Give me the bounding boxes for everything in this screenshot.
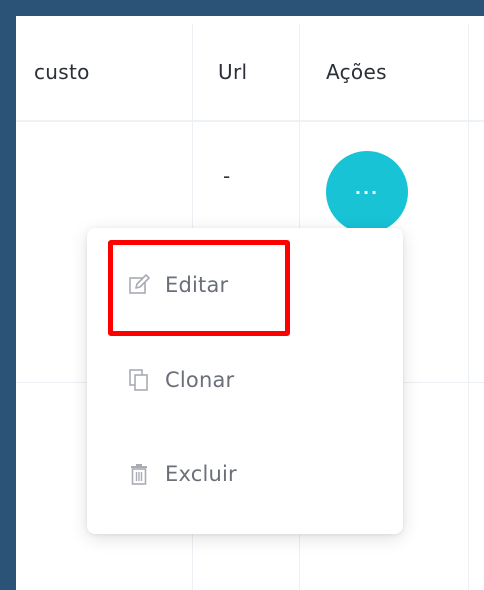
- column-divider: [468, 24, 469, 590]
- actions-menu-button[interactable]: ···: [326, 151, 408, 233]
- menu-item-label: Clonar: [165, 368, 235, 392]
- menu-item-clonar[interactable]: Clonar: [125, 360, 234, 400]
- menu-item-label: Excluir: [165, 462, 237, 486]
- more-icon: ···: [354, 182, 380, 202]
- menu-item-excluir[interactable]: Excluir: [125, 454, 237, 494]
- edit-icon: [125, 271, 153, 299]
- column-header-custo[interactable]: custo: [34, 60, 90, 84]
- trash-icon: [125, 460, 153, 488]
- menu-item-label: Editar: [165, 273, 229, 297]
- table-panel: custo Url Ações - ··· Editar Clonar Excl…: [16, 16, 484, 590]
- column-header-acoes[interactable]: Ações: [326, 60, 387, 84]
- copy-icon: [125, 366, 153, 394]
- menu-item-editar[interactable]: Editar: [125, 265, 228, 305]
- table-cell-url: -: [223, 164, 231, 188]
- actions-dropdown-menu: Editar Clonar Excluir: [87, 228, 403, 534]
- table-header-row: custo Url Ações: [16, 16, 484, 122]
- column-header-url[interactable]: Url: [218, 60, 247, 84]
